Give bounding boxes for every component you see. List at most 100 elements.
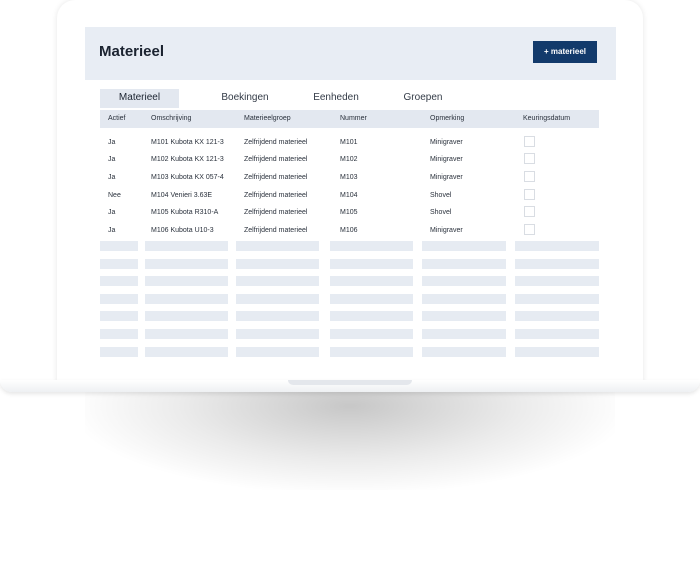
placeholder-bar (422, 258, 506, 269)
cell-nummer: M106 (340, 227, 358, 234)
cell-materieelgroep: Zelfrijdend materieel (244, 156, 308, 163)
placeholder-bar (100, 311, 138, 322)
cell-omschrijving: M102 Kubota KX 121-3 (151, 156, 224, 163)
table-row[interactable]: Ja M102 Kubota KX 121-3 Zelfrijdend mate… (100, 151, 599, 168)
placeholder-bar (236, 346, 319, 357)
cell-opmerking: Minigraver (430, 156, 463, 163)
tab-materieel[interactable]: Materieel (100, 89, 179, 108)
placeholder-bar (100, 258, 138, 269)
column-header-opmerking[interactable]: Opmerking (430, 115, 464, 122)
placeholder-bar (236, 258, 319, 269)
keuringsdatum-checkbox[interactable] (524, 153, 535, 164)
placeholder-bar (330, 329, 413, 339)
cell-opmerking: Minigraver (430, 227, 463, 234)
column-header-actief[interactable]: Actief (108, 115, 126, 122)
placeholder-bar (515, 311, 599, 322)
cell-materieelgroep: Zelfrijdend materieel (244, 139, 308, 146)
placeholder-bar (100, 329, 138, 339)
cell-omschrijving: M103 Kubota KX 057-4 (151, 174, 224, 181)
tab-groepen[interactable]: Groepen (383, 89, 463, 108)
cell-actief: Ja (108, 209, 116, 216)
placeholder-bar (100, 293, 138, 304)
placeholder-bar (422, 346, 506, 357)
cell-materieelgroep: Zelfrijdend materieel (244, 174, 308, 181)
cell-nummer: M102 (340, 156, 358, 163)
keuringsdatum-checkbox[interactable] (524, 136, 535, 147)
cell-actief: Ja (108, 227, 116, 234)
placeholder-bar (422, 293, 506, 304)
placeholder-bar (100, 241, 138, 251)
cell-opmerking: Shovel (430, 209, 452, 216)
placeholder-bar (236, 241, 319, 251)
placeholder-bar (422, 311, 506, 322)
column-header-materieelgroep[interactable]: Materieelgroep (244, 115, 291, 122)
placeholder-bar (145, 346, 228, 357)
placeholder-bar (236, 311, 319, 322)
cell-actief: Ja (108, 139, 116, 146)
cell-omschrijving: M105 Kubota R310-A (151, 209, 219, 216)
placeholder-bar (330, 241, 413, 251)
cell-materieelgroep: Zelfrijdend materieel (244, 209, 308, 216)
placeholder-bar (330, 258, 413, 269)
table-row[interactable]: Ja M103 Kubota KX 057-4 Zelfrijdend mate… (100, 169, 599, 186)
cell-nummer: M105 (340, 209, 358, 216)
placeholder-bar (236, 293, 319, 304)
keuringsdatum-checkbox[interactable] (524, 224, 535, 235)
placeholder-bar (422, 329, 506, 339)
column-header-keuringsdatum[interactable]: Keuringsdatum (523, 115, 570, 122)
cell-opmerking: Minigraver (430, 139, 463, 146)
table-header: Actief Omschrijving Materieelgroep Numme… (100, 110, 599, 128)
placeholder-bar (422, 241, 506, 251)
keuringsdatum-checkbox[interactable] (524, 171, 535, 182)
cell-nummer: M103 (340, 174, 358, 181)
cell-opmerking: Shovel (430, 192, 452, 199)
placeholder-bar (145, 311, 228, 322)
placeholder-bar (515, 346, 599, 357)
placeholder-bar (330, 293, 413, 304)
cell-omschrijving: M106 Kubota U10-3 (151, 227, 214, 234)
laptop-shadow (85, 385, 615, 490)
placeholder-bar (515, 258, 599, 269)
placeholder-bar (100, 276, 138, 287)
placeholder-bar (145, 329, 228, 339)
cell-nummer: M101 (340, 139, 358, 146)
column-header-nummer[interactable]: Nummer (340, 115, 367, 122)
placeholder-bar (515, 329, 599, 339)
placeholder-bar (236, 276, 319, 287)
cell-omschrijving: M101 Kubota KX 121-3 (151, 139, 224, 146)
tab-bar: Materieel Boekingen Eenheden Groepen (100, 89, 500, 108)
tab-eenheden[interactable]: Eenheden (296, 89, 376, 108)
page-title: Materieel (99, 43, 165, 60)
keuringsdatum-checkbox[interactable] (524, 189, 535, 200)
cell-materieelgroep: Zelfrijdend materieel (244, 192, 308, 199)
placeholder-bar (515, 276, 599, 287)
placeholder-bar (330, 311, 413, 322)
app-screen: Materieel + materieel Materieel Boekinge… (85, 27, 616, 364)
column-header-omschrijving[interactable]: Omschrijving (151, 115, 191, 122)
cell-omschrijving: M104 Venieri 3.63E (151, 192, 213, 199)
placeholder-grid (85, 241, 616, 364)
placeholder-bar (100, 346, 138, 357)
placeholder-bar (145, 241, 228, 251)
laptop-mockup: Materieel + materieel Materieel Boekinge… (0, 0, 700, 563)
cell-opmerking: Minigraver (430, 174, 463, 181)
cell-materieelgroep: Zelfrijdend materieel (244, 227, 308, 234)
cell-actief: Nee (108, 192, 121, 199)
add-materieel-button[interactable]: + materieel (533, 41, 597, 63)
placeholder-bar (515, 293, 599, 304)
placeholder-bar (145, 293, 228, 304)
placeholder-bar (422, 276, 506, 287)
table-row[interactable]: Ja M101 Kubota KX 121-3 Zelfrijdend mate… (100, 134, 599, 151)
cell-actief: Ja (108, 156, 116, 163)
table-row[interactable]: Ja M105 Kubota R310-A Zelfrijdend materi… (100, 204, 599, 221)
placeholder-bar (145, 258, 228, 269)
cell-nummer: M104 (340, 192, 358, 199)
placeholder-bar (330, 276, 413, 287)
placeholder-bar (236, 329, 319, 339)
tab-boekingen[interactable]: Boekingen (205, 89, 285, 108)
laptop-base-notch (288, 380, 412, 385)
keuringsdatum-checkbox[interactable] (524, 206, 535, 217)
table-row[interactable]: Ja M106 Kubota U10-3 Zelfrijdend materie… (100, 222, 599, 239)
placeholder-bar (515, 241, 599, 251)
table-row[interactable]: Nee M104 Venieri 3.63E Zelfrijdend mater… (100, 187, 599, 204)
